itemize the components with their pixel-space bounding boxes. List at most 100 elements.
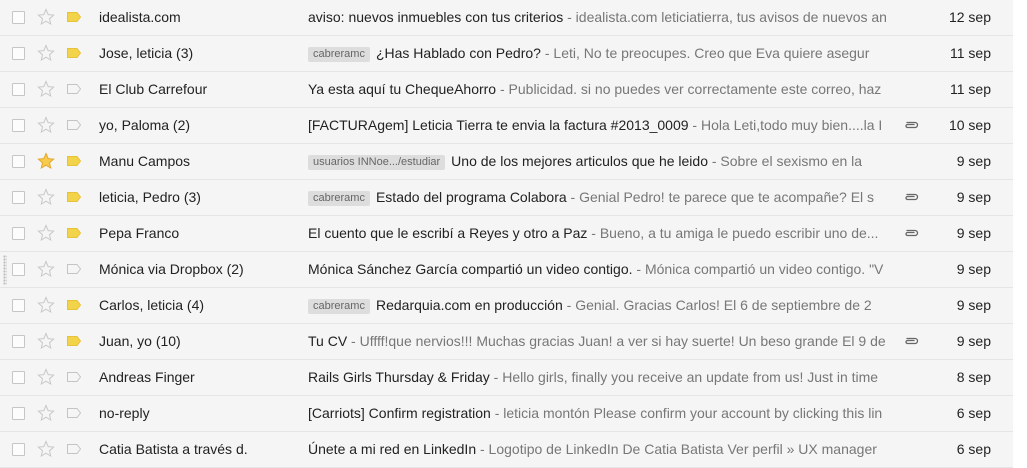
message-row[interactable]: yo, Paloma (2) [FACTURAgem] Leticia Tierr… <box>0 108 1013 144</box>
importance-marker-icon[interactable] <box>66 191 82 203</box>
subject-line: cabreramc ¿Has Hablado con Pedro? - Leti,… <box>308 45 894 65</box>
star-icon[interactable] <box>37 404 55 422</box>
importance-marker-icon[interactable] <box>66 371 82 383</box>
snippet-text: - Uffff!que nervios!!! Muchas gracias Ju… <box>347 333 886 349</box>
message-row[interactable]: leticia, Pedro (3) cabreramc Estado del pr… <box>0 180 1013 216</box>
importance-marker-icon[interactable] <box>66 299 82 311</box>
sender-name: Juan, yo (10) <box>99 333 181 349</box>
importance-marker-icon[interactable] <box>66 335 82 347</box>
select-checkbox[interactable] <box>12 47 25 60</box>
star-icon[interactable] <box>37 44 55 62</box>
snippet-text: - Sobre el sexismo en la <box>707 153 863 169</box>
message-date: 12 sep <box>948 9 991 25</box>
message-row[interactable]: no-reply [Carriots] Confirm registration … <box>0 396 1013 432</box>
message-row[interactable]: Juan, yo (10) Tu CV - Uffff!que nervios!!… <box>0 324 1013 360</box>
message-date: 9 sep <box>956 297 991 313</box>
message-row[interactable]: Andreas Finger Rails Girls Thursday & Fri… <box>0 360 1013 396</box>
star-icon[interactable] <box>37 260 55 278</box>
message-row[interactable]: idealista.com aviso: nuevos inmuebles con… <box>0 0 1013 36</box>
message-row[interactable]: Jose, leticia (3) cabreramc ¿Has Hablado c… <box>0 36 1013 72</box>
select-checkbox[interactable] <box>12 299 25 312</box>
subject-text: Estado del programa Colabora <box>375 189 567 205</box>
drag-handle[interactable] <box>3 255 7 285</box>
sender-name: El Club Carrefour <box>99 81 208 97</box>
subject-line: Mónica Sánchez García compartió un video… <box>308 261 894 281</box>
paperclip-icon <box>905 193 919 201</box>
message-row[interactable]: Carlos, leticia (4) cabreramc Redarquia.co… <box>0 288 1013 324</box>
importance-marker-icon[interactable] <box>66 227 82 239</box>
subject-text: [FACTURAgem] Leticia Tierra te envia la … <box>308 117 689 133</box>
message-row[interactable]: Mónica via Dropbox (2) Mónica Sánchez Gar… <box>0 252 1013 288</box>
star-icon[interactable] <box>37 332 55 350</box>
sender-name: Jose, leticia (3) <box>99 45 194 61</box>
sender-name: idealista.com <box>99 9 181 25</box>
sender-name: Catia Batista a través d. <box>99 441 248 457</box>
select-checkbox[interactable] <box>12 227 25 240</box>
importance-marker-icon[interactable] <box>66 119 82 131</box>
select-checkbox[interactable] <box>12 443 25 456</box>
subject-text: Redarquia.com en producción <box>375 297 563 313</box>
message-date: 9 sep <box>956 189 991 205</box>
snippet-text: - Hola Leti,todo muy bien....la I <box>688 117 883 133</box>
star-icon[interactable] <box>37 116 55 134</box>
subject-line: Únete a mi red en LinkedIn - Logotipo de… <box>308 441 894 461</box>
subject-line: Ya esta aquí tu ChequeAhorro - Publicida… <box>308 81 894 101</box>
subject-text: El cuento que le escribí a Reyes y otro … <box>308 225 588 241</box>
message-date: 10 sep <box>948 117 991 133</box>
message-date: 11 sep <box>950 81 991 97</box>
select-checkbox[interactable] <box>12 191 25 204</box>
importance-marker-icon[interactable] <box>66 407 82 419</box>
select-checkbox[interactable] <box>12 407 25 420</box>
message-row[interactable]: Pepa Franco El cuento que le escribí a Re… <box>0 216 1013 252</box>
message-date: 9 sep <box>956 153 991 169</box>
paperclip-icon <box>905 229 919 237</box>
sender-name: no-reply <box>99 405 150 421</box>
snippet-text: - Bueno, a tu amiga le puedo escribir un… <box>587 225 879 241</box>
label-chip[interactable]: cabreramc <box>308 191 370 206</box>
select-checkbox[interactable] <box>12 83 25 96</box>
subject-text: Rails Girls Thursday & Friday <box>308 369 490 385</box>
importance-marker-icon[interactable] <box>66 155 82 167</box>
subject-line: cabreramc Redarquia.com en producción - G… <box>308 297 894 317</box>
star-icon[interactable] <box>37 368 55 386</box>
subject-line: [Carriots] Confirm registration - letici… <box>308 405 894 425</box>
select-checkbox[interactable] <box>12 371 25 384</box>
subject-text: Ya esta aquí tu ChequeAhorro <box>308 81 497 97</box>
star-icon[interactable] <box>37 224 55 242</box>
star-icon[interactable] <box>37 8 55 26</box>
snippet-text: - Hello girls, finally you receive an up… <box>489 369 879 385</box>
importance-marker-icon[interactable] <box>66 83 82 95</box>
importance-marker-icon[interactable] <box>66 263 82 275</box>
subject-text: ¿Has Hablado con Pedro? <box>375 45 541 61</box>
subject-line: cabreramc Estado del programa Colabora - … <box>308 189 894 209</box>
subject-line: usuarios INNoe.../estudiar Uno de los mej… <box>308 153 894 173</box>
snippet-text: - idealista.com leticiatierra, tus aviso… <box>563 9 887 25</box>
star-icon[interactable] <box>37 80 55 98</box>
star-icon[interactable] <box>37 440 55 458</box>
importance-marker-icon[interactable] <box>66 11 82 23</box>
select-checkbox[interactable] <box>12 155 25 168</box>
star-icon[interactable] <box>37 296 55 314</box>
message-date: 9 sep <box>956 225 991 241</box>
importance-marker-icon[interactable] <box>66 443 82 455</box>
subject-text: Mónica Sánchez García compartió un video… <box>308 261 633 277</box>
message-row[interactable]: Manu Campos usuarios INNoe.../estudiar Uno… <box>0 144 1013 180</box>
subject-text: [Carriots] Confirm registration <box>308 405 491 421</box>
message-row[interactable]: El Club Carrefour Ya esta aquí tu ChequeA… <box>0 72 1013 108</box>
select-checkbox[interactable] <box>12 119 25 132</box>
importance-marker-icon[interactable] <box>66 47 82 59</box>
message-list: idealista.com aviso: nuevos inmuebles con… <box>0 0 1013 468</box>
scrollbar-area[interactable] <box>1013 0 1027 468</box>
message-row[interactable]: Catia Batista a través d. Únete a mi red … <box>0 432 1013 468</box>
select-checkbox[interactable] <box>12 11 25 24</box>
star-icon[interactable] <box>37 152 55 170</box>
label-chip[interactable]: usuarios INNoe.../estudiar <box>308 155 446 170</box>
snippet-text: - leticia montón Please confirm your acc… <box>490 405 883 421</box>
select-checkbox[interactable] <box>12 335 25 348</box>
sender-name: Carlos, leticia (4) <box>99 297 205 313</box>
label-chip[interactable]: cabreramc <box>308 47 370 62</box>
select-checkbox[interactable] <box>12 263 25 276</box>
star-icon[interactable] <box>37 188 55 206</box>
subject-text: aviso: nuevos inmuebles con tus criterio… <box>308 9 564 25</box>
label-chip[interactable]: cabreramc <box>308 299 370 314</box>
